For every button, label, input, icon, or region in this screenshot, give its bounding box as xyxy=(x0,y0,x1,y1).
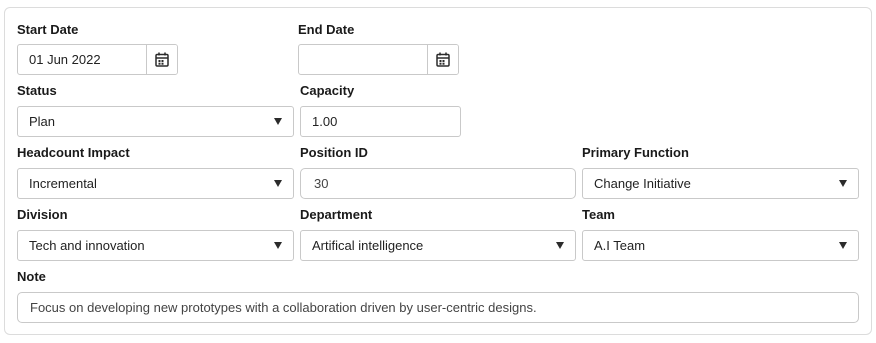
note-field[interactable]: Focus on developing new prototypes with … xyxy=(17,292,859,323)
primary-function-select[interactable]: Change Initiative xyxy=(582,168,859,199)
headcount-impact-label: Headcount Impact xyxy=(17,145,130,160)
end-date-picker-button[interactable] xyxy=(427,45,458,74)
position-id-label: Position ID xyxy=(300,145,368,160)
chevron-down-icon xyxy=(556,242,564,249)
calendar-icon xyxy=(436,52,450,67)
status-value: Plan xyxy=(29,114,56,129)
division-select[interactable]: Tech and innovation xyxy=(17,230,294,261)
chevron-down-icon xyxy=(274,180,282,187)
capacity-input[interactable]: 1.00 xyxy=(300,106,461,137)
team-value: A.I Team xyxy=(594,238,646,253)
department-value: Artifical intelligence xyxy=(312,238,424,253)
capacity-label: Capacity xyxy=(300,83,355,98)
chevron-down-icon xyxy=(839,180,847,187)
division-value: Tech and innovation xyxy=(29,238,145,253)
position-id-field: 30 xyxy=(300,168,576,199)
chevron-down-icon xyxy=(274,118,282,125)
department-label: Department xyxy=(300,207,373,222)
department-select[interactable]: Artifical intelligence xyxy=(300,230,576,261)
position-id-value: 30 xyxy=(314,176,329,191)
start-date-field[interactable]: 01 Jun 2022 xyxy=(17,44,178,75)
status-label: Status xyxy=(17,83,57,98)
start-date-value: 01 Jun 2022 xyxy=(29,52,101,67)
calendar-icon xyxy=(155,52,169,67)
chevron-down-icon xyxy=(274,242,282,249)
headcount-impact-value: Incremental xyxy=(29,176,97,191)
status-select[interactable]: Plan xyxy=(17,106,294,137)
capacity-value: 1.00 xyxy=(312,114,338,129)
primary-function-label: Primary Function xyxy=(582,145,689,160)
team-label: Team xyxy=(582,207,615,222)
note-value: Focus on developing new prototypes with … xyxy=(30,300,537,315)
note-label: Note xyxy=(17,269,46,284)
team-select[interactable]: A.I Team xyxy=(582,230,859,261)
end-date-label: End Date xyxy=(298,22,355,37)
division-label: Division xyxy=(17,207,68,222)
primary-function-value: Change Initiative xyxy=(594,176,691,191)
chevron-down-icon xyxy=(839,242,847,249)
end-date-field[interactable] xyxy=(298,44,459,75)
headcount-impact-select[interactable]: Incremental xyxy=(17,168,294,199)
start-date-picker-button[interactable] xyxy=(146,45,177,74)
start-date-label: Start Date xyxy=(17,22,79,37)
